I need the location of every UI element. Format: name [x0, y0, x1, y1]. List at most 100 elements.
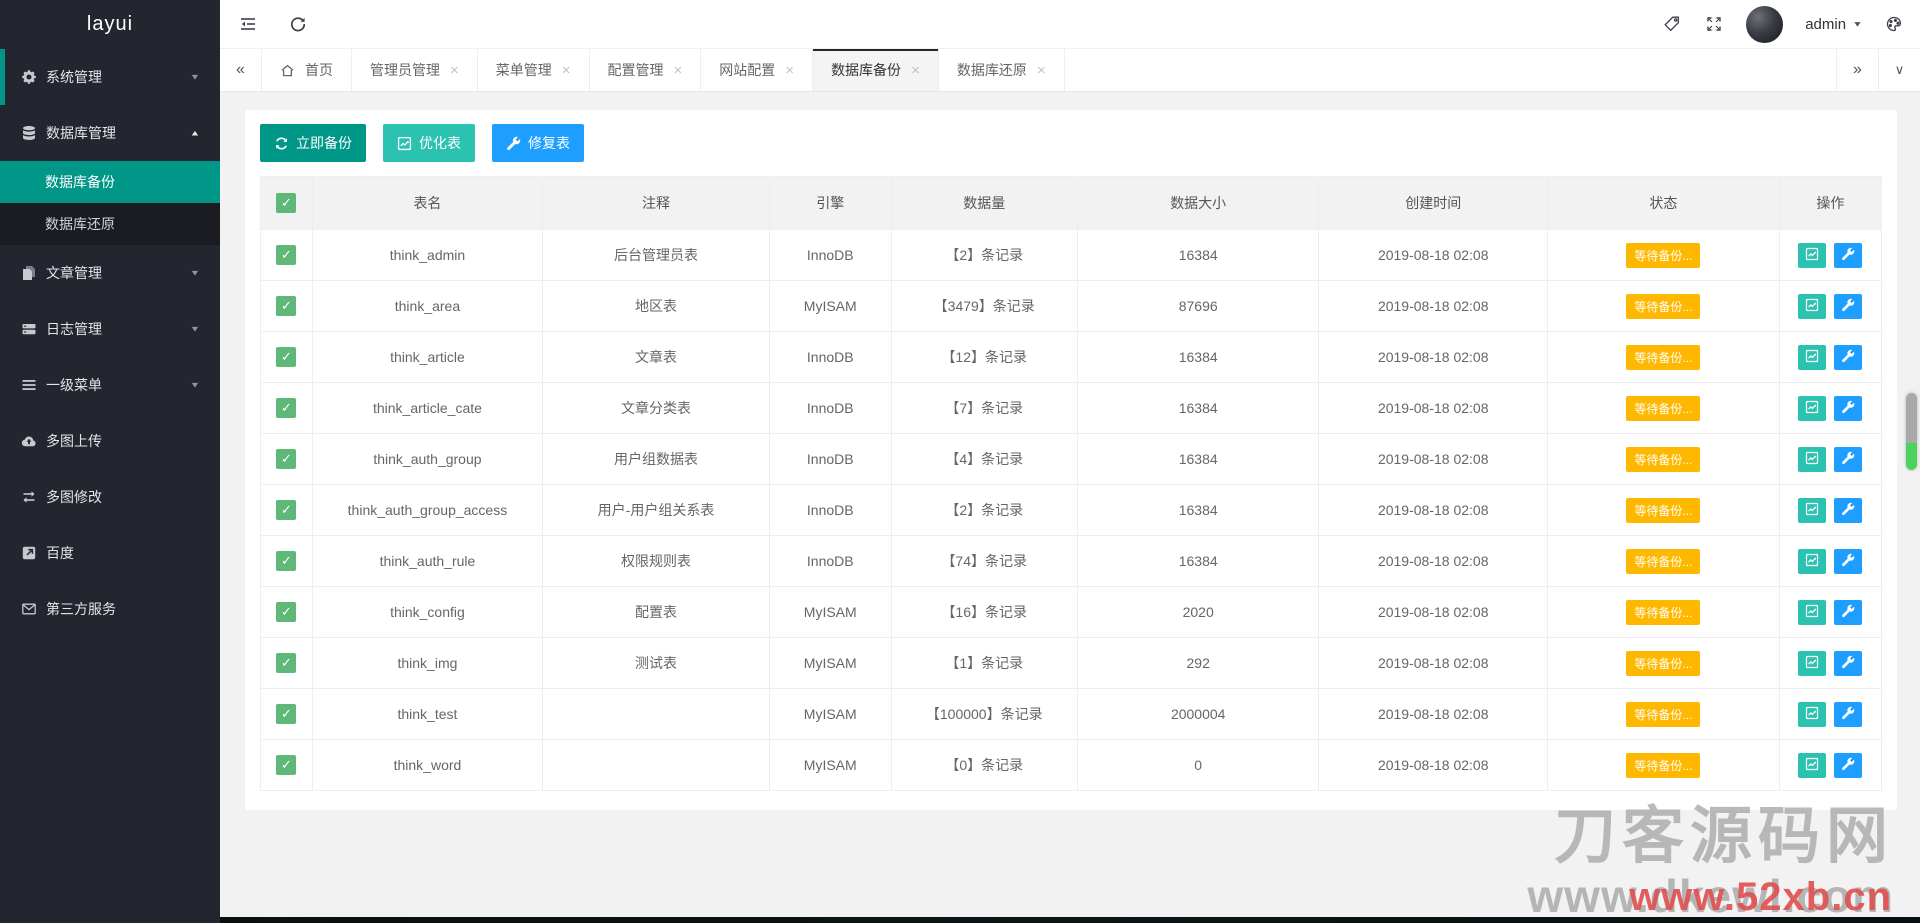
optimize-row-button[interactable] [1798, 549, 1826, 574]
repair-row-button[interactable] [1834, 651, 1862, 676]
sidebar-item-日志管理[interactable]: 日志管理▼ [0, 301, 220, 357]
tab-label: 数据库还原 [957, 60, 1027, 80]
tab-close-icon[interactable]: × [785, 63, 794, 78]
修复表-button[interactable]: 修复表 [492, 124, 584, 162]
sidebar-subitem-数据库还原[interactable]: 数据库还原 [0, 203, 220, 245]
row-select-cell: ✓ [261, 281, 313, 332]
select-all-checkbox[interactable]: ✓ [276, 193, 296, 213]
tab-网站配置[interactable]: 网站配置× [701, 49, 813, 91]
tab-数据库备份[interactable]: 数据库备份 × [813, 49, 939, 91]
优化表-button[interactable]: 优化表 [383, 124, 475, 162]
table-row: ✓think_area地区表MyISAM【3479】条记录876962019-0… [261, 281, 1882, 332]
optimize-row-button[interactable] [1798, 396, 1826, 421]
table-row: ✓think_img测试表MyISAM【1】条记录2922019-08-18 0… [261, 638, 1882, 689]
refresh-icon[interactable] [288, 14, 308, 34]
tab-close-icon[interactable]: × [674, 63, 683, 78]
sidebar-nav: 系统管理▼数据库管理▲数据库备份数据库还原文章管理▼日志管理▼一级菜单▼多图上传… [0, 49, 220, 637]
tab-管理员管理[interactable]: 管理员管理× [352, 49, 478, 91]
optimize-row-button[interactable] [1798, 294, 1826, 319]
sidebar: layui 系统管理▼数据库管理▲数据库备份数据库还原文章管理▼日志管理▼一级菜… [0, 0, 220, 923]
app-logo: layui [0, 0, 220, 49]
row-checkbox[interactable]: ✓ [276, 755, 296, 775]
tabs-scroll-right-button[interactable]: » [1836, 49, 1878, 91]
table-row: ✓think_auth_group用户组数据表InnoDB【4】条记录16384… [261, 434, 1882, 485]
row-checkbox[interactable]: ✓ [276, 500, 296, 520]
repair-row-button[interactable] [1834, 294, 1862, 319]
collapse-sidebar-icon[interactable] [238, 14, 258, 34]
optimize-row-button[interactable] [1798, 345, 1826, 370]
row-checkbox[interactable]: ✓ [276, 602, 296, 622]
cell-engine: InnoDB [769, 230, 891, 281]
sidebar-item-文章管理[interactable]: 文章管理▼ [0, 245, 220, 301]
scrollbar-thumb[interactable] [1906, 393, 1917, 470]
repair-row-button[interactable] [1834, 549, 1862, 574]
caret-down-icon: ▼ [190, 73, 201, 82]
repair-row-button[interactable] [1834, 498, 1862, 523]
repair-row-button[interactable] [1834, 396, 1862, 421]
tabs-menu-button[interactable]: ∨ [1878, 49, 1920, 91]
repair-row-button[interactable] [1834, 447, 1862, 472]
sidebar-item-多图上传[interactable]: 多图上传 [0, 413, 220, 469]
status-badge: 等待备份... [1626, 396, 1700, 421]
立即备份-button[interactable]: 立即备份 [260, 124, 366, 162]
cell-actions [1779, 689, 1881, 740]
sidebar-item-一级菜单[interactable]: 一级菜单▼ [0, 357, 220, 413]
tab-close-icon[interactable]: × [911, 63, 920, 78]
row-actions [1780, 294, 1881, 319]
sidebar-item-百度[interactable]: 百度 [0, 525, 220, 581]
caret-down-icon: ▼ [1852, 20, 1863, 29]
tab-数据库还原[interactable]: 数据库还原 × [939, 49, 1065, 91]
tab-配置管理[interactable]: 配置管理× [590, 49, 702, 91]
row-actions [1780, 600, 1881, 625]
row-checkbox[interactable]: ✓ [276, 653, 296, 673]
sidebar-subitem-数据库备份[interactable]: 数据库备份 [0, 161, 220, 203]
repair-row-button[interactable] [1834, 345, 1862, 370]
chart-line-icon [1805, 706, 1819, 723]
sidebar-item-多图修改[interactable]: 多图修改 [0, 469, 220, 525]
sidebar-item-系统管理[interactable]: 系统管理▼ [0, 49, 220, 105]
user-avatar[interactable] [1746, 6, 1783, 43]
optimize-row-button[interactable] [1798, 243, 1826, 268]
tab-close-icon[interactable]: × [562, 63, 571, 78]
cell-name: think_admin [312, 230, 542, 281]
user-menu[interactable]: admin ▼ [1805, 16, 1862, 33]
row-checkbox[interactable]: ✓ [276, 551, 296, 571]
chart-line-icon [1805, 298, 1819, 315]
palette-icon[interactable] [1884, 14, 1904, 34]
tab-菜单管理[interactable]: 菜单管理× [478, 49, 590, 91]
optimize-row-button[interactable] [1798, 753, 1826, 778]
row-checkbox[interactable]: ✓ [276, 398, 296, 418]
row-checkbox[interactable]: ✓ [276, 449, 296, 469]
cell-status: 等待备份... [1548, 281, 1780, 332]
repair-row-button[interactable] [1834, 702, 1862, 727]
row-checkbox[interactable]: ✓ [276, 245, 296, 265]
tag-icon[interactable] [1662, 14, 1682, 34]
cell-comment: 配置表 [543, 587, 770, 638]
row-checkbox[interactable]: ✓ [276, 296, 296, 316]
check-icon: ✓ [281, 247, 292, 262]
optimize-row-button[interactable] [1798, 702, 1826, 727]
optimize-row-button[interactable] [1798, 498, 1826, 523]
cell-records: 【4】条记录 [891, 434, 1077, 485]
row-checkbox[interactable]: ✓ [276, 347, 296, 367]
tabs-scroll-left-button[interactable]: « [220, 49, 262, 91]
optimize-row-button[interactable] [1798, 651, 1826, 676]
scrollbar-track[interactable] [1903, 92, 1920, 923]
optimize-row-button[interactable] [1798, 447, 1826, 472]
optimize-row-button[interactable] [1798, 600, 1826, 625]
top-header: admin ▼ [220, 0, 1920, 49]
tab-首页[interactable]: 首页 [262, 49, 352, 91]
sidebar-item-数据库管理[interactable]: 数据库管理▲ [0, 105, 220, 161]
tab-close-icon[interactable]: × [450, 63, 459, 78]
table-row: ✓think_testMyISAM【100000】条记录20000042019-… [261, 689, 1882, 740]
cell-actions [1779, 740, 1881, 791]
repair-row-button[interactable] [1834, 753, 1862, 778]
cell-comment [543, 689, 770, 740]
tab-label: 数据库备份 [831, 60, 901, 80]
fullscreen-icon[interactable] [1704, 14, 1724, 34]
tab-close-icon[interactable]: × [1037, 63, 1046, 78]
sidebar-item-第三方服务[interactable]: 第三方服务 [0, 581, 220, 637]
repair-row-button[interactable] [1834, 600, 1862, 625]
row-checkbox[interactable]: ✓ [276, 704, 296, 724]
repair-row-button[interactable] [1834, 243, 1862, 268]
